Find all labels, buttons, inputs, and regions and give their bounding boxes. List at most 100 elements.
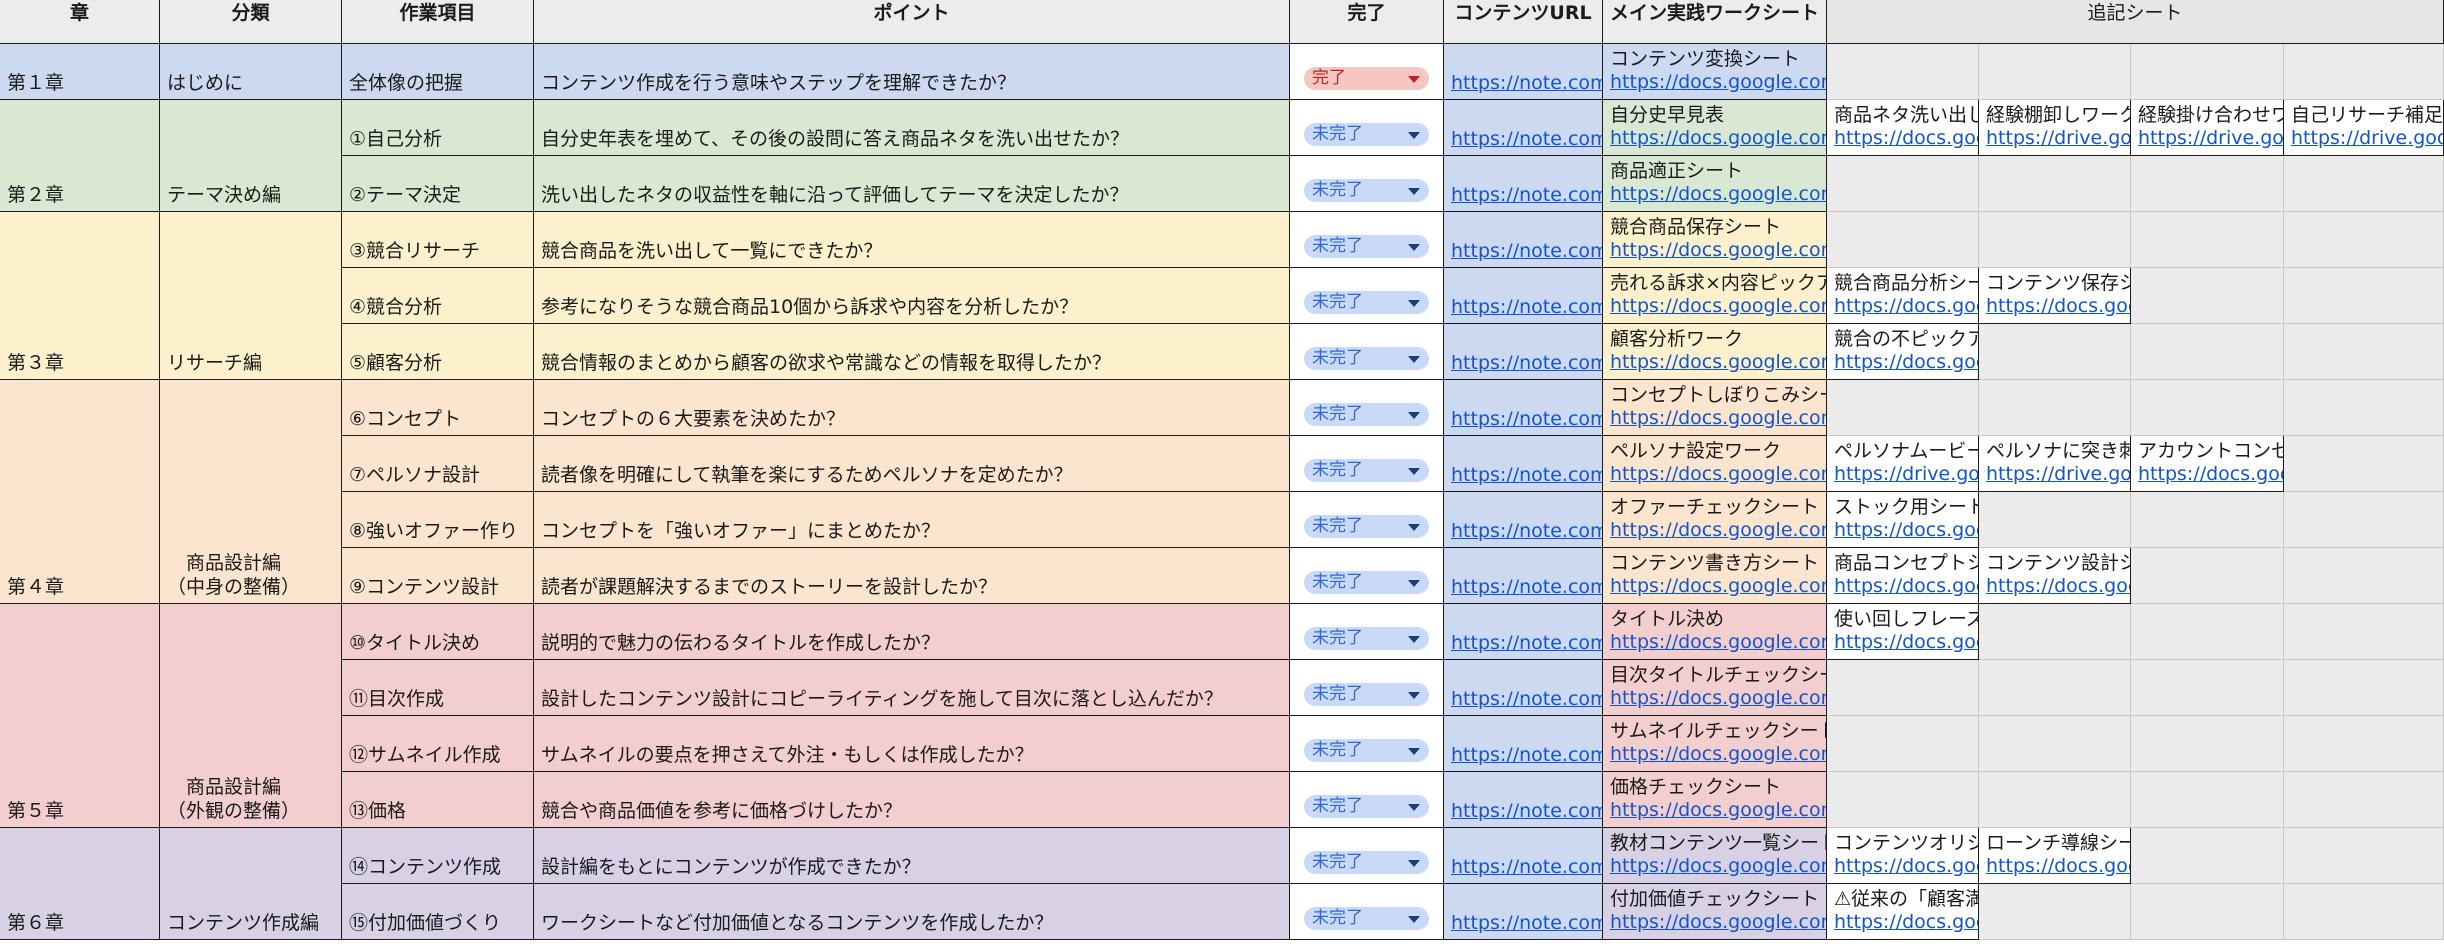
header-task: 作業項目 bbox=[342, 0, 534, 44]
extra-sheet-link[interactable]: https://docs.google.com/ bbox=[1986, 295, 2130, 318]
main-sheet-link[interactable]: https://docs.google.com/spreadsheets/ bbox=[1610, 575, 1826, 598]
main-sheet-link[interactable]: https://docs.google.com/spreadsheets/ bbox=[1610, 183, 1826, 206]
content-url-link[interactable]: https://note.com/ bbox=[1451, 72, 1602, 95]
extra-sheet-title: コンテンツ保存シート bbox=[1986, 272, 2130, 294]
main-sheet-link[interactable]: https://docs.google.com/spreadsheets/ bbox=[1610, 911, 1826, 934]
header-label: メイン実践ワークシート bbox=[1609, 2, 1819, 24]
main-sheet-link[interactable]: https://docs.google.com/spreadsheets/ bbox=[1610, 743, 1826, 766]
extra-sheet-link[interactable]: https://docs.google.com/ bbox=[1834, 127, 1978, 150]
extra-sheet-link[interactable]: https://docs.google.com/ bbox=[1986, 575, 2130, 598]
status-dropdown[interactable]: 未完了 bbox=[1304, 627, 1429, 650]
main-sheet-link[interactable]: https://docs.google.com/spreadsheets/ bbox=[1610, 127, 1826, 150]
content-url-link[interactable]: https://note.com/ bbox=[1451, 800, 1602, 823]
content-url-link[interactable]: https://note.com/ bbox=[1451, 632, 1602, 655]
extra-sheet-link[interactable]: https://docs.google.com/ bbox=[1986, 855, 2130, 878]
content-url-link[interactable]: https://note.com/ bbox=[1451, 128, 1602, 151]
status-dropdown[interactable]: 未完了 bbox=[1304, 739, 1429, 762]
status-dropdown[interactable]: 未完了 bbox=[1304, 515, 1429, 538]
status-dropdown[interactable]: 未完了 bbox=[1304, 347, 1429, 370]
status-dropdown[interactable]: 未完了 bbox=[1304, 851, 1429, 874]
status-dropdown[interactable]: 未完了 bbox=[1304, 795, 1429, 818]
extra-sheet-link[interactable]: https://docs.google.com/ bbox=[2138, 463, 2283, 486]
main-sheet-link[interactable]: https://docs.google.com/spreadsheets/ bbox=[1610, 519, 1826, 542]
main-sheet-link[interactable]: https://docs.google.com/spreadsheets/ bbox=[1610, 351, 1826, 374]
main-sheet-link[interactable]: https://docs.google.com/spreadsheets/ bbox=[1610, 799, 1826, 822]
content-url-link[interactable]: https://note.com/ bbox=[1451, 520, 1602, 543]
status-dropdown[interactable]: 未完了 bbox=[1304, 571, 1429, 594]
extra-sheet-link[interactable]: https://drive.google.com/ bbox=[2291, 127, 2443, 150]
content-url-link[interactable]: https://note.com/ bbox=[1451, 688, 1602, 711]
point-text: 説明的で魅力の伝わるタイトルを作成したか？ bbox=[541, 632, 941, 654]
point-text: 競合商品を洗い出して一覧にできたか？ bbox=[541, 240, 883, 262]
content-url-cell: https://note.com/ bbox=[1444, 604, 1603, 660]
content-url-link[interactable]: https://note.com/ bbox=[1451, 576, 1602, 599]
main-sheet-title: 商品適正シート bbox=[1610, 160, 1744, 182]
extra-sheet-link[interactable]: https://docs.google.com/ bbox=[1834, 631, 1978, 654]
task-label: ⑩タイトル決め bbox=[349, 632, 481, 654]
content-url-link[interactable]: https://note.com/ bbox=[1451, 912, 1602, 935]
status-dropdown[interactable]: 完了 bbox=[1304, 67, 1429, 90]
task-label: ⑭コンテンツ作成 bbox=[349, 856, 502, 878]
status-dropdown[interactable]: 未完了 bbox=[1304, 403, 1429, 426]
status-dropdown[interactable]: 未完了 bbox=[1304, 907, 1429, 930]
point-cell: 競合情報のまとめから顧客の欲求や常識などの情報を取得したか？ bbox=[534, 324, 1290, 380]
extra-sheet-cell bbox=[2131, 324, 2284, 380]
status-dropdown[interactable]: 未完了 bbox=[1304, 123, 1429, 146]
content-url-link[interactable]: https://note.com/ bbox=[1451, 408, 1602, 431]
extra-sheet-link[interactable]: https://docs.google.com/ bbox=[1834, 575, 1978, 598]
content-url-link[interactable]: https://note.com/ bbox=[1451, 184, 1602, 207]
main-sheet-link[interactable]: https://docs.google.com/spreadsheets/ bbox=[1610, 295, 1826, 318]
chapter-label: 第１章 bbox=[7, 72, 65, 94]
extra-sheet-link[interactable]: https://drive.google.com/ bbox=[1834, 463, 1978, 486]
content-url-link[interactable]: https://note.com/ bbox=[1451, 744, 1602, 767]
main-sheet-link[interactable]: https://docs.google.com/spreadsheets/ bbox=[1610, 687, 1826, 710]
main-sheet-cell: 競合商品保存シートhttps://docs.google.com/spreads… bbox=[1603, 212, 1827, 268]
status-cell: 未完了 bbox=[1290, 884, 1444, 940]
content-url-cell: https://note.com/ bbox=[1444, 492, 1603, 548]
extra-sheet-cell bbox=[1827, 380, 1979, 436]
content-url-link[interactable]: https://note.com/ bbox=[1451, 352, 1602, 375]
status-dropdown[interactable]: 未完了 bbox=[1304, 459, 1429, 482]
extra-sheet-link[interactable]: https://docs.google.com/ bbox=[1834, 911, 1978, 934]
main-sheet-link[interactable]: https://docs.google.com/spreadsheets/ bbox=[1610, 239, 1826, 262]
main-sheet-cell: 目次タイトルチェックシートhttps://docs.google.com/spr… bbox=[1603, 660, 1827, 716]
header-label: コンテンツURL bbox=[1454, 2, 1592, 24]
main-sheet-link[interactable]: https://docs.google.com/spreadsheets/ bbox=[1610, 855, 1826, 878]
chevron-down-icon bbox=[1408, 916, 1420, 923]
extra-sheet-cell bbox=[1979, 324, 2131, 380]
extra-sheet-cell bbox=[2284, 436, 2444, 492]
task-cell: ⑧強いオファー作り bbox=[342, 492, 534, 548]
point-cell: 読者が課題解決するまでのストーリーを設計したか？ bbox=[534, 548, 1290, 604]
status-value: 未完了 bbox=[1312, 404, 1363, 424]
extra-sheet-cell: 経験棚卸しワークシートhttps://drive.google.com/ bbox=[1979, 100, 2131, 156]
extra-sheet-link[interactable]: https://drive.google.com/ bbox=[1986, 127, 2130, 150]
extra-sheet-link[interactable]: https://docs.google.com/ bbox=[1834, 519, 1978, 542]
chevron-down-icon bbox=[1408, 468, 1420, 475]
chapter-cell: 第１章 bbox=[0, 44, 160, 100]
main-sheet-link[interactable]: https://docs.google.com/spreadsheets/ bbox=[1610, 407, 1826, 430]
main-sheet-link[interactable]: https://docs.google.com/spreadsheets/ bbox=[1610, 463, 1826, 486]
point-cell: 読者像を明確にして執筆を楽にするためペルソナを定めたか？ bbox=[534, 436, 1290, 492]
main-sheet-link[interactable]: https://docs.google.com/spreadsheets/ bbox=[1610, 631, 1826, 654]
content-url-link[interactable]: https://note.com/ bbox=[1451, 856, 1602, 879]
main-sheet-title: オファーチェックシート bbox=[1610, 496, 1820, 518]
status-cell: 未完了 bbox=[1290, 492, 1444, 548]
content-url-link[interactable]: https://note.com/ bbox=[1451, 464, 1602, 487]
main-sheet-link[interactable]: https://docs.google.com/spreadsheets/ bbox=[1610, 71, 1826, 94]
task-label: ⑫サムネイル作成 bbox=[349, 744, 501, 766]
extra-sheet-link[interactable]: https://docs.google.com/ bbox=[1834, 855, 1978, 878]
extra-sheet-link[interactable]: https://drive.google.com/ bbox=[1986, 463, 2130, 486]
extra-sheet-link[interactable]: https://docs.google.com/ bbox=[1834, 351, 1978, 374]
status-dropdown[interactable]: 未完了 bbox=[1304, 683, 1429, 706]
status-dropdown[interactable]: 未完了 bbox=[1304, 179, 1429, 202]
status-dropdown[interactable]: 未完了 bbox=[1304, 235, 1429, 258]
content-url-link[interactable]: https://note.com/ bbox=[1451, 296, 1602, 319]
extra-sheet-cell bbox=[2284, 156, 2444, 212]
chapter-label: 第２章 bbox=[7, 184, 65, 206]
content-url-link[interactable]: https://note.com/ bbox=[1451, 240, 1602, 263]
status-dropdown[interactable]: 未完了 bbox=[1304, 291, 1429, 314]
extra-sheet-cell bbox=[1827, 212, 1979, 268]
extra-sheet-link[interactable]: https://docs.google.com/ bbox=[1834, 295, 1978, 318]
point-cell: 競合商品を洗い出して一覧にできたか？ bbox=[534, 212, 1290, 268]
extra-sheet-link[interactable]: https://drive.google.com/ bbox=[2138, 127, 2283, 150]
